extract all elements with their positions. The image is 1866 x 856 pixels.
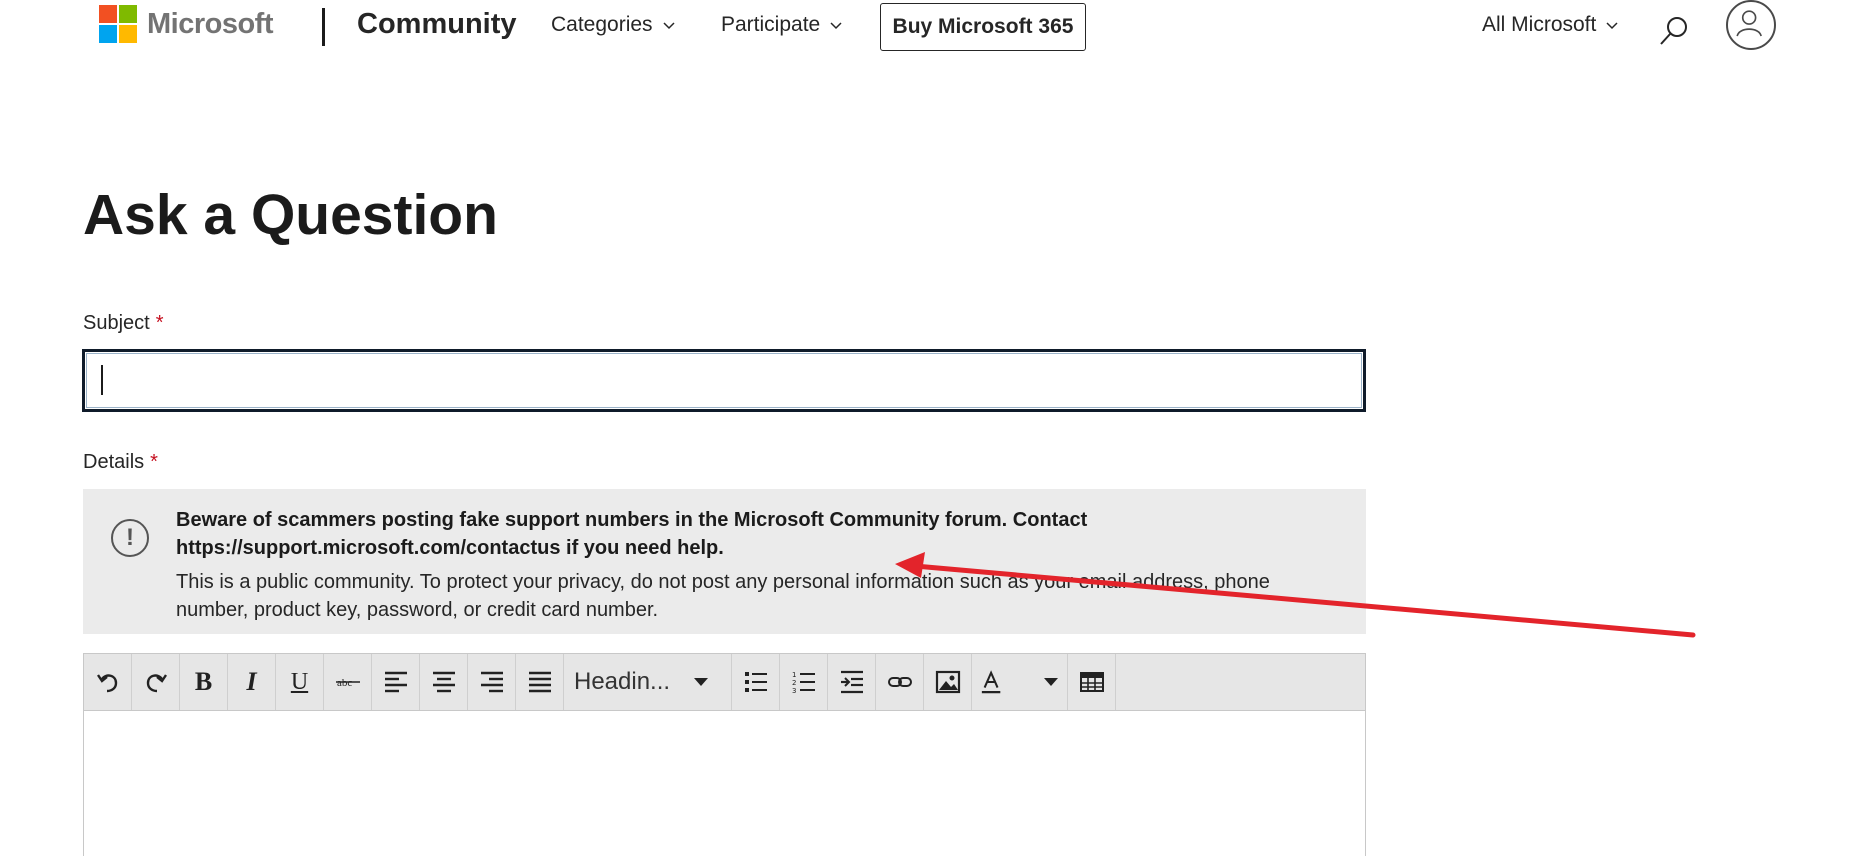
italic-button[interactable]: I [228,654,276,710]
nav-participate[interactable]: Participate [721,13,842,37]
italic-label: I [246,667,257,696]
exclamation-circle-icon: ! [111,519,149,557]
logo-square-red [99,5,117,23]
strikethrough-button[interactable]: abc [324,654,372,710]
underline-label: U [290,668,309,695]
editor-toolbar: B I U abc Headin... 1 2 3 [84,654,1365,711]
header-divider [322,8,325,46]
search-icon[interactable] [1658,14,1690,48]
undo-button[interactable] [84,654,132,710]
details-label: Details * [83,451,158,474]
justify-icon [528,671,551,693]
bold-button[interactable]: B [180,654,228,710]
insert-image-button[interactable] [924,654,972,710]
caret-down-icon [694,678,708,686]
indent-icon [840,670,863,694]
align-left-icon [384,671,407,693]
brand-name: Microsoft [147,7,274,40]
subject-input[interactable] [82,349,1366,412]
details-editor-content[interactable] [84,711,1365,856]
align-right-button[interactable] [468,654,516,710]
chevron-down-icon [1606,22,1618,30]
numbered-list-button[interactable]: 123 [780,654,828,710]
font-color-select[interactable] [972,654,1068,710]
undo-icon [96,674,117,693]
heading-select[interactable]: Headin... [564,654,732,710]
person-icon [1736,10,1762,37]
insert-table-button[interactable] [1068,654,1116,710]
chevron-down-icon [663,22,675,30]
text-caret [101,365,103,395]
bold-label: B [194,667,213,696]
link-icon [887,677,912,687]
align-right-icon [480,671,503,693]
required-mark: * [150,451,158,473]
align-center-button[interactable] [420,654,468,710]
privacy-warning: This is a public community. To protect y… [176,571,1270,621]
nav-all-microsoft[interactable]: All Microsoft [1482,13,1618,37]
microsoft-logo[interactable]: Microsoft [99,5,274,43]
underline-button[interactable]: U [276,654,324,710]
required-mark: * [155,312,164,334]
numbered-list-icon: 123 [792,671,815,695]
details-label-text: Details [83,451,145,473]
redo-button[interactable] [132,654,180,710]
nav-all-microsoft-label: All Microsoft [1482,13,1597,36]
page: Microsoft Community Categories Participa… [0,0,1866,856]
nav-categories[interactable]: Categories [551,13,675,37]
svg-text:2: 2 [792,679,796,687]
table-icon [1079,672,1104,692]
insert-link-button[interactable] [876,654,924,710]
image-icon [935,670,960,694]
redo-icon [146,674,167,693]
svg-text:abc: abc [337,677,352,689]
logo-square-green [119,5,137,23]
indent-button[interactable] [828,654,876,710]
svg-text:1: 1 [792,671,796,679]
scam-warning-line2: https://support.microsoft.com/contactus … [176,537,724,559]
bulleted-list-icon [744,672,767,692]
buy-microsoft-365-button[interactable]: Buy Microsoft 365 [880,3,1086,51]
page-title: Ask a Question [83,183,498,247]
chevron-down-icon [830,22,842,30]
account-avatar-button[interactable] [1726,0,1776,50]
site-header: Microsoft Community Categories Participa… [0,0,1866,60]
align-center-icon [432,671,455,693]
heading-select-label: Headin... [574,668,671,695]
scam-warning-line1: Beware of scammers posting fake support … [176,509,1088,531]
details-editor: B I U abc Headin... 1 2 3 [83,653,1366,856]
bulleted-list-button[interactable] [732,654,780,710]
site-name[interactable]: Community [357,8,517,41]
caret-down-icon [1044,678,1058,686]
align-left-button[interactable] [372,654,420,710]
logo-square-blue [99,25,117,43]
nav-participate-label: Participate [721,13,821,36]
logo-square-yellow [119,25,137,43]
notice-text: Beware of scammers posting fake support … [176,506,1346,624]
font-color-icon [981,670,1001,694]
svg-text:3: 3 [792,687,796,695]
strikethrough-icon: abc [335,677,360,689]
subject-label-text: Subject [83,312,150,334]
privacy-notice: ! Beware of scammers posting fake suppor… [83,489,1366,634]
nav-categories-label: Categories [551,13,653,36]
subject-label: Subject * [83,312,164,335]
microsoft-logo-icon [99,5,137,43]
justify-button[interactable] [516,654,564,710]
